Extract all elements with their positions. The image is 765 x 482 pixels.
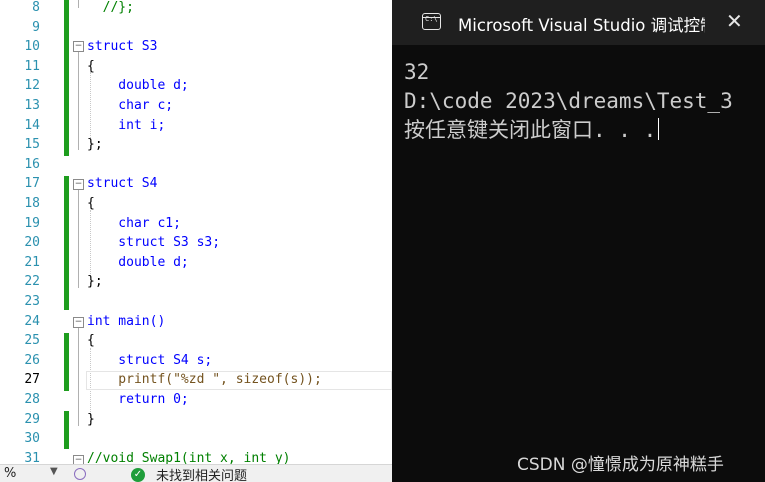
line-number: 12	[24, 78, 40, 94]
line-number: 16	[24, 156, 40, 172]
code-line[interactable]: struct S3 s3;	[87, 233, 220, 253]
watermark: CSDN @憧憬成为原神糕手	[517, 455, 724, 475]
check-icon: ✓	[131, 468, 145, 482]
code-line-current[interactable]: printf("%zd ", sizeof(s));	[87, 370, 322, 390]
line-number: 23	[24, 294, 40, 309]
code-line[interactable]: };	[87, 272, 103, 292]
code-line[interactable]: double d;	[87, 76, 188, 96]
code-line[interactable]: {	[87, 57, 95, 77]
issues-status[interactable]: 未找到相关问题	[156, 465, 247, 482]
line-number: 19	[24, 215, 40, 231]
line-number: 24	[24, 313, 40, 329]
line-number: 29	[24, 411, 40, 427]
console-output[interactable]: 32 D:\code 2023\dreams\Test_3 按任意键关闭此窗口.…	[404, 58, 733, 145]
code-line[interactable]: struct S4	[87, 174, 157, 194]
code-line[interactable]: //};	[87, 0, 134, 18]
code-line[interactable]: struct S3	[87, 37, 157, 57]
window-title: Microsoft Visual Studio 调试控制台	[458, 16, 705, 35]
chevron-down-icon[interactable]: ▼	[50, 466, 58, 477]
zoom-level[interactable]: %	[4, 466, 16, 481]
code-line[interactable]: int main()	[87, 312, 165, 332]
status-bar: % ▼ ✓ 未找到相关问题	[0, 464, 392, 482]
code-line[interactable]: {	[87, 331, 95, 351]
text-cursor	[658, 118, 660, 140]
line-number: 10	[24, 39, 40, 55]
line-number: 11	[24, 58, 40, 74]
line-number-current: 27	[24, 372, 40, 388]
line-number: 22	[24, 274, 40, 290]
line-number: 9	[32, 19, 40, 35]
code-line[interactable]: char c;	[87, 96, 173, 116]
code-line[interactable]: {	[87, 194, 95, 214]
output-line: D:\code 2023\dreams\Test_3	[404, 89, 733, 113]
code-editor[interactable]: − − − − 8 9 10 11 12 13 14 15 16 17 18 1…	[0, 0, 392, 482]
debug-console-window[interactable]: C:\ Microsoft Visual Studio 调试控制台 ✕ 32 D…	[392, 0, 765, 482]
line-number: 26	[24, 352, 40, 368]
code-line[interactable]: struct S4 s;	[87, 351, 212, 371]
close-icon[interactable]: ✕	[726, 9, 743, 33]
line-number: 8	[32, 0, 40, 15]
line-number: 15	[24, 137, 40, 153]
console-icon: C:\	[422, 13, 441, 30]
line-number: 28	[24, 392, 40, 407]
copilot-icon[interactable]	[74, 468, 86, 480]
code-line[interactable]: return 0;	[87, 390, 188, 410]
line-number: 13	[24, 98, 40, 113]
code-line[interactable]: };	[87, 135, 103, 155]
code-line[interactable]: int i;	[87, 116, 165, 136]
code-line[interactable]: }	[87, 410, 95, 430]
line-number: 25	[24, 333, 40, 349]
line-number: 14	[24, 117, 40, 133]
code-line[interactable]: double d;	[87, 253, 188, 273]
line-number: 18	[24, 196, 40, 211]
output-line: 32	[404, 60, 430, 84]
title-bar[interactable]: C:\ Microsoft Visual Studio 调试控制台 ✕	[392, 0, 765, 45]
line-number: 20	[24, 235, 40, 251]
line-number: 30	[24, 431, 40, 447]
line-number: 21	[24, 254, 40, 270]
code-line[interactable]: char c1;	[87, 214, 181, 234]
output-line: 按任意键关闭此窗口. . .	[404, 118, 657, 142]
line-number: 17	[24, 176, 40, 192]
